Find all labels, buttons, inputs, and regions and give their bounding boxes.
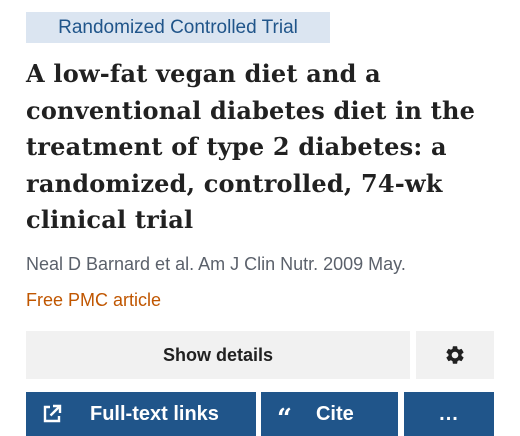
full-text-links-button[interactable]: Full-text links: [26, 392, 256, 436]
settings-button[interactable]: [416, 331, 494, 379]
article-citation: Neal D Barnard et al. Am J Clin Nutr. 20…: [26, 254, 406, 274]
quote-icon: “: [277, 404, 292, 434]
article-title[interactable]: A low-fat vegan diet and a conventional …: [26, 56, 496, 239]
show-details-button[interactable]: Show details: [26, 331, 410, 379]
full-text-links-label: Full-text links: [90, 402, 219, 425]
free-pmc-article-label: Free PMC article: [26, 290, 162, 310]
more-actions-button[interactable]: ...: [404, 392, 494, 436]
publication-type-badge: Randomized Controlled Trial: [26, 12, 330, 43]
cite-label: Cite: [315, 402, 354, 425]
more-label: ...: [439, 402, 459, 425]
external-link-icon: [42, 404, 62, 424]
cite-button[interactable]: “ Cite: [261, 392, 398, 436]
gear-icon: [444, 344, 466, 366]
